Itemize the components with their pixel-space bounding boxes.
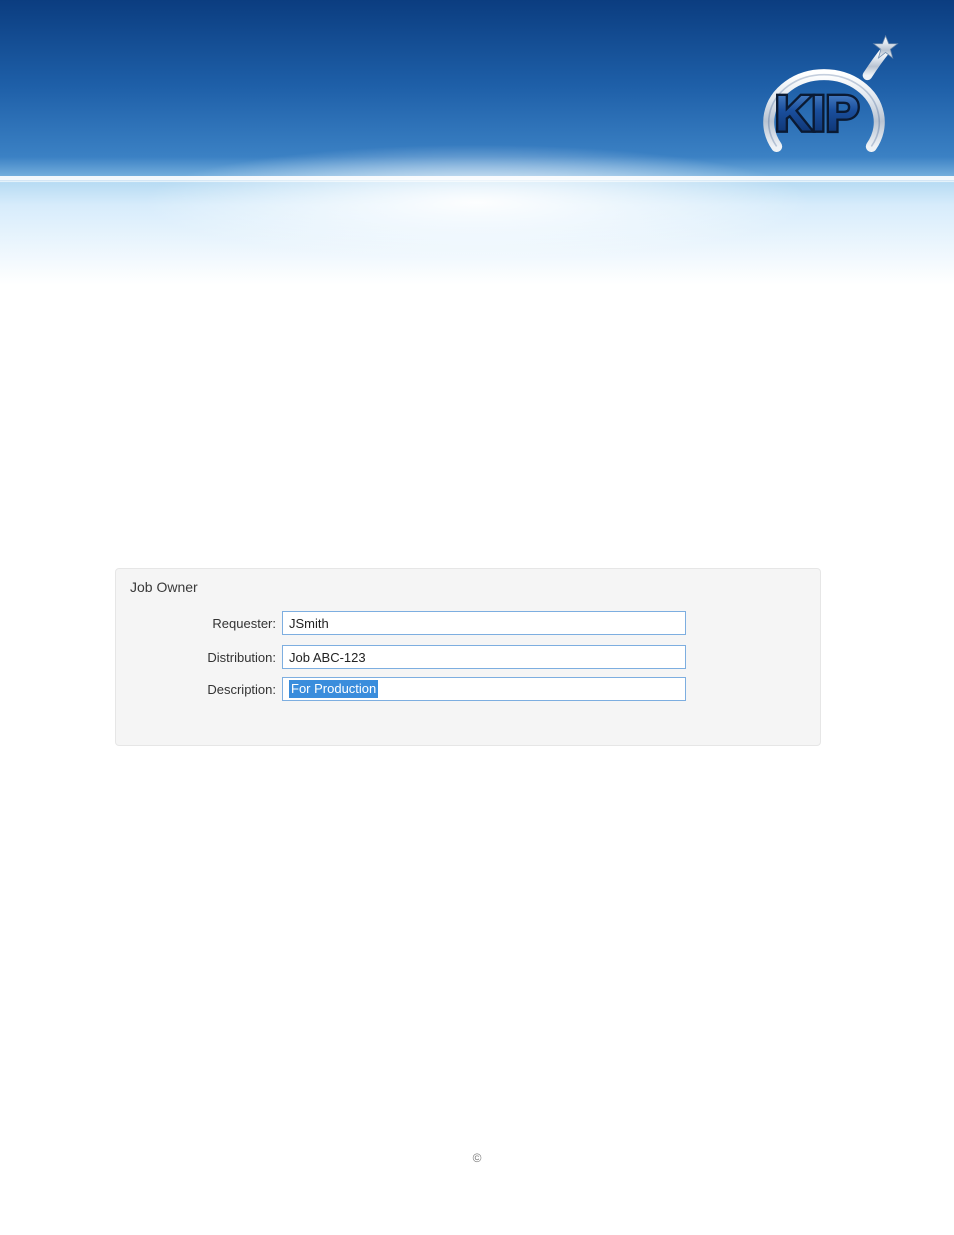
job-owner-panel: Job Owner Requester: Distribution: Descr… <box>115 568 821 746</box>
description-row: Description: For Production <box>178 677 686 701</box>
requester-label: Requester: <box>178 616 276 631</box>
group-title: Job Owner <box>130 579 198 595</box>
kip-logo: KIP KIP <box>744 28 904 178</box>
distribution-row: Distribution: <box>178 645 686 669</box>
description-input[interactable]: For Production <box>282 677 686 701</box>
requester-input[interactable] <box>282 611 686 635</box>
distribution-label: Distribution: <box>178 650 276 665</box>
description-label: Description: <box>178 682 276 697</box>
svg-text:KIP: KIP <box>775 85 859 142</box>
distribution-input[interactable] <box>282 645 686 669</box>
footer-copyright: © <box>0 1151 954 1165</box>
header-banner: KIP KIP <box>0 0 954 285</box>
description-selected-text: For Production <box>289 680 378 698</box>
requester-row: Requester: <box>178 611 686 635</box>
